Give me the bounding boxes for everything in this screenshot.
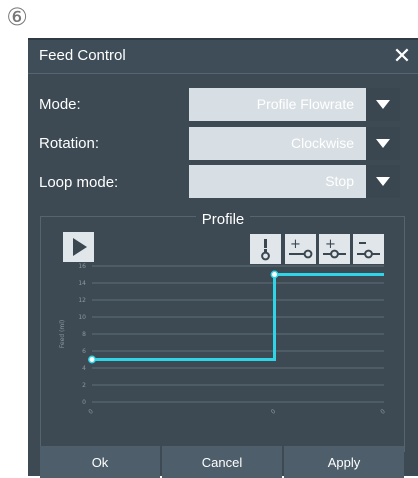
- y-axis-label: Feed (ml): [59, 320, 66, 348]
- profile-chart[interactable]: 0246810121416Feed (ml)0 0 0: [28, 40, 418, 450]
- feed-control-dialog: Feed Control ✕ Mode: Profile Flowrate Ro…: [28, 38, 418, 478]
- y-tick-label: 14: [78, 280, 86, 287]
- y-tick-label: 8: [82, 331, 86, 338]
- y-tick-label: 4: [82, 365, 86, 372]
- apply-button[interactable]: Apply: [284, 446, 404, 478]
- profile-point[interactable]: [88, 355, 96, 364]
- x-tick-label: 0: [87, 408, 95, 416]
- ok-button[interactable]: Ok: [40, 446, 160, 478]
- dialog-footer: Ok Cancel Apply: [40, 446, 404, 478]
- y-tick-label: 0: [82, 399, 86, 406]
- y-tick-label: 10: [78, 314, 86, 321]
- step-number-marker: ⑥: [0, 0, 34, 34]
- x-tick-label: 0: [270, 408, 278, 416]
- x-tick-label: 0: [379, 408, 387, 416]
- y-tick-label: 16: [78, 263, 86, 270]
- cancel-button[interactable]: Cancel: [162, 446, 282, 478]
- y-tick-label: 12: [78, 297, 86, 304]
- profile-point[interactable]: [270, 270, 279, 279]
- y-tick-label: 6: [82, 348, 86, 355]
- y-tick-label: 2: [82, 382, 86, 389]
